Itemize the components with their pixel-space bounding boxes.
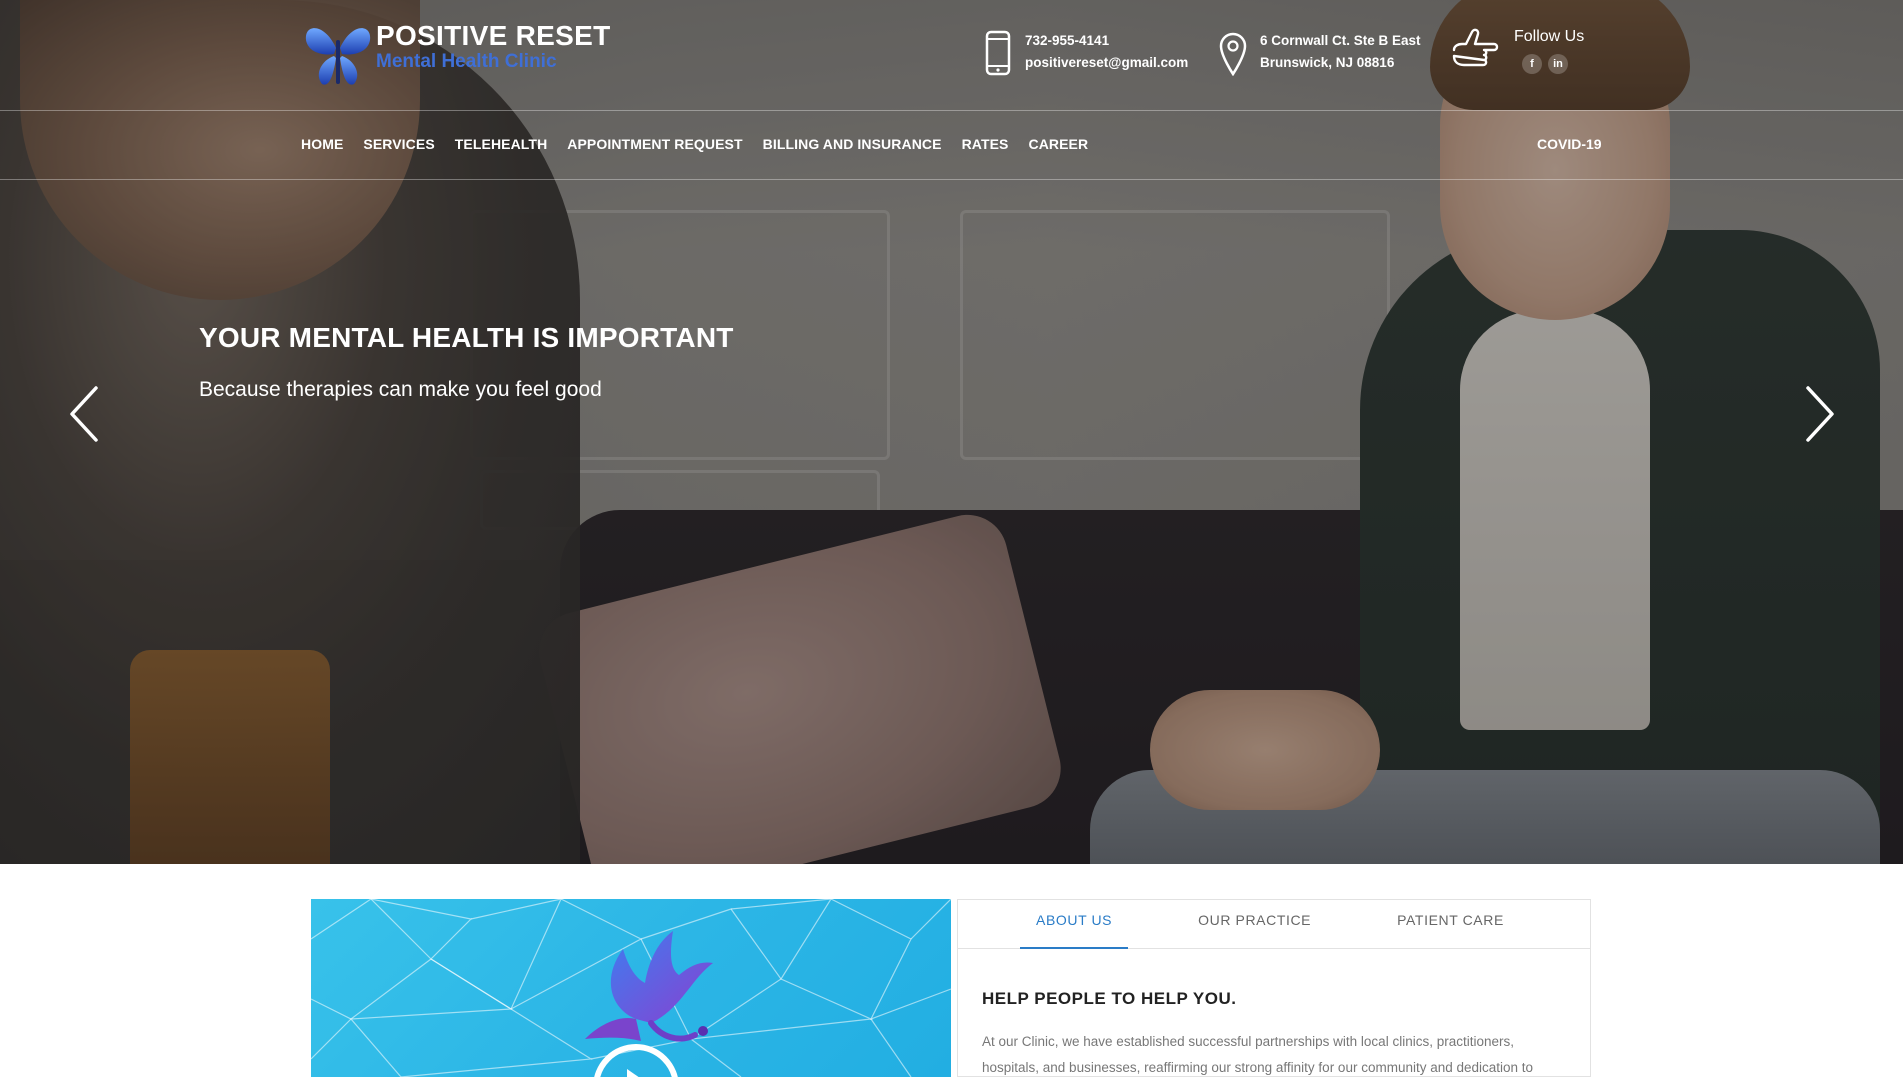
nav-item-billing-insurance[interactable]: BILLING AND INSURANCE [763,136,942,152]
main-nav: HOME SERVICES TELEHEALTH APPOINTMENT REQ… [301,136,1108,152]
hero-slider: POSITIVE RESET Mental Health Clinic 732-… [0,0,1903,864]
hero-overlay [0,0,1903,864]
facebook-icon[interactable]: f [1522,54,1542,74]
nav-item-rates[interactable]: RATES [962,136,1009,152]
nav-item-career[interactable]: CAREER [1028,136,1088,152]
nav-item-telehealth[interactable]: TELEHEALTH [455,136,548,152]
address-line-2: Brunswick, NJ 08816 [1260,55,1395,70]
phone-number[interactable]: 732-955-4141 [1025,30,1188,52]
address-line-1: 6 Cornwall Ct. Ste B East [1260,33,1421,48]
contact-address: 6 Cornwall Ct. Ste B East Brunswick, NJ … [1218,30,1421,76]
nav-divider-bottom [0,179,1903,180]
site-logo[interactable]: POSITIVE RESET Mental Health Clinic [300,18,610,88]
hero-subtitle: Because therapies can make you feel good [199,378,602,401]
contact-phone-email: 732-955-4141 positivereset@gmail.com [983,30,1188,76]
nav-divider-top [0,110,1903,111]
butterfly-logo-icon [305,28,371,85]
bird-logo-icon [585,931,713,1077]
nav-item-covid[interactable]: COVID-19 [1537,136,1602,152]
brand-subtitle: Mental Health Clinic [376,51,557,72]
follow-us-label: Follow Us [1514,28,1585,45]
tab-our-practice[interactable]: OUR PRACTICE [1182,900,1327,949]
hero-title: YOUR MENTAL HEALTH IS IMPORTANT [199,322,734,353]
linkedin-icon[interactable]: in [1548,54,1568,74]
phone-icon [985,30,1011,76]
follow-us: Follow Us f in [1450,26,1584,76]
nav-item-appointment-request[interactable]: APPOINTMENT REQUEST [567,136,742,152]
tab-about-us[interactable]: ABOUT US [1020,900,1129,949]
pointing-hand-icon [1452,28,1499,67]
slider-prev-arrow-icon[interactable] [66,384,102,444]
tab-bar: ABOUT US OUR PRACTICE PATIENT CARE [958,900,1590,949]
intro-video-card[interactable] [311,899,951,1077]
nav-item-services[interactable]: SERVICES [363,136,434,152]
nav-item-home[interactable]: HOME [301,136,343,152]
info-tabs-card: ABOUT US OUR PRACTICE PATIENT CARE HELP … [957,899,1591,1077]
tab-patient-care[interactable]: PATIENT CARE [1381,900,1520,949]
email-address[interactable]: positivereset@gmail.com [1025,52,1188,74]
slider-next-arrow-icon[interactable] [1802,384,1838,444]
tab-body-text: At our Clinic, we have established succe… [982,1034,1534,1075]
brand-title: POSITIVE RESET [376,20,611,51]
tab-heading: HELP PEOPLE TO HELP YOU. [982,989,1237,1008]
map-pin-icon [1219,32,1247,76]
